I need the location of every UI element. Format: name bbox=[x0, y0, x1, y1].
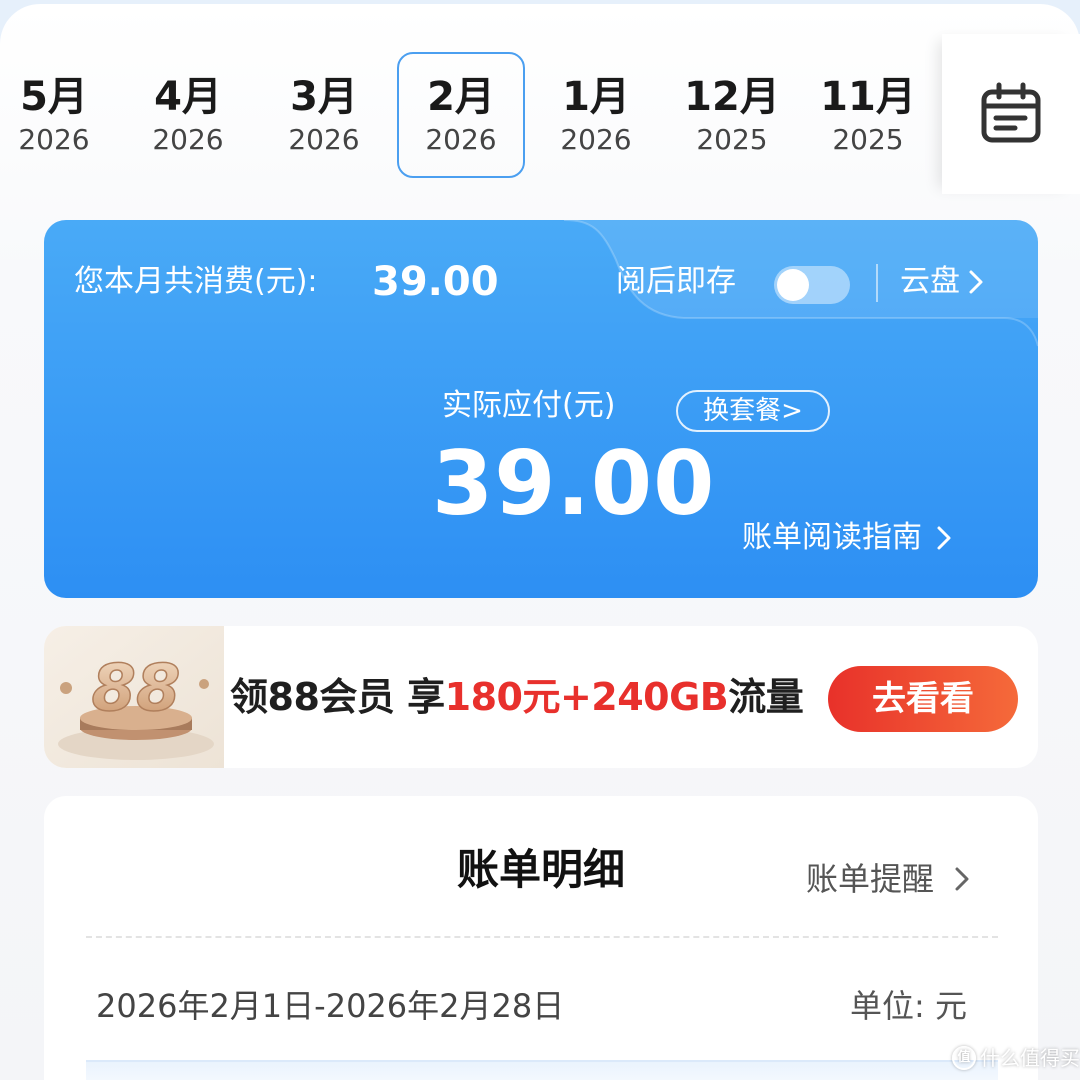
promo-text-highlight: 180元+240GB bbox=[444, 675, 729, 719]
promo-banner[interactable]: 88 领88会员 享180元+240GB流量 去看看 bbox=[44, 626, 1038, 768]
year-label: 2025 bbox=[832, 123, 904, 156]
chevron-right-icon bbox=[937, 526, 951, 550]
currency-unit: 单位: 元 bbox=[850, 987, 967, 1025]
save-after-read-label: 阅后即存 bbox=[616, 264, 736, 299]
month-tab-mar-2026[interactable]: 3月 2026 bbox=[260, 52, 388, 178]
month-label: 5月 bbox=[20, 74, 88, 120]
bill-summary-card: 您本月共消费(元): 39.00 阅后即存 云盘 实际应付(元) 换套餐> 39… bbox=[44, 220, 1038, 598]
month-tab-nov-2025[interactable]: 11月 2025 bbox=[804, 52, 932, 178]
month-label: 12月 bbox=[684, 74, 780, 120]
year-label: 2026 bbox=[18, 123, 90, 156]
year-label: 2026 bbox=[425, 123, 497, 156]
divider bbox=[876, 264, 878, 302]
monthly-total-label: 您本月共消费(元): bbox=[74, 264, 318, 299]
save-after-read-toggle[interactable] bbox=[774, 266, 850, 304]
dashed-divider bbox=[86, 936, 998, 938]
month-tab-dec-2025[interactable]: 12月 2025 bbox=[668, 52, 796, 178]
chevron-right-icon bbox=[955, 867, 969, 891]
detail-table-header bbox=[86, 1060, 998, 1080]
amount-due-value: 39.00 bbox=[432, 432, 716, 535]
watermark-logo-icon: 值 bbox=[952, 1046, 976, 1070]
cloud-drive-link[interactable]: 云盘 bbox=[900, 262, 984, 302]
year-label: 2025 bbox=[696, 123, 768, 156]
app-background: 5月 2026 4月 2026 3月 2026 2月 2026 1月 2026 … bbox=[0, 0, 1080, 1080]
watermark-text: 什么值得买 bbox=[980, 1046, 1080, 1070]
calendar-button[interactable] bbox=[942, 34, 1080, 194]
bill-reminder-label: 账单提醒 bbox=[806, 860, 935, 898]
cloud-drive-label: 云盘 bbox=[900, 264, 960, 299]
promo-text: 领88会员 享180元+240GB流量 bbox=[230, 672, 804, 722]
svg-text:88: 88 bbox=[91, 652, 180, 726]
month-label: 1月 bbox=[562, 74, 630, 120]
bill-guide-label: 账单阅读指南 bbox=[742, 520, 922, 555]
toggle-knob bbox=[777, 269, 809, 301]
month-label: 2月 bbox=[427, 74, 495, 120]
month-tab-apr-2026[interactable]: 4月 2026 bbox=[124, 52, 252, 178]
month-label: 11月 bbox=[820, 74, 916, 120]
promo-text-prefix: 领88会员 享 bbox=[230, 675, 445, 719]
bill-detail-card: 账单明细 账单提醒 2026年2月1日-2026年2月28日 单位: 元 bbox=[44, 796, 1038, 1080]
month-tab-feb-2026-selected[interactable]: 2月 2026 bbox=[397, 52, 525, 178]
month-label: 4月 bbox=[154, 74, 222, 120]
month-tab-may-2026[interactable]: 5月 2026 bbox=[0, 52, 118, 178]
promo-go-button[interactable]: 去看看 bbox=[828, 666, 1018, 732]
promo-text-suffix: 流量 bbox=[728, 675, 804, 719]
monthly-total-value: 39.00 bbox=[372, 259, 499, 305]
site-watermark: 值 什么值得买 bbox=[952, 1044, 1080, 1072]
year-label: 2026 bbox=[560, 123, 632, 156]
billing-period: 2026年2月1日-2026年2月28日 bbox=[96, 987, 565, 1025]
month-label: 3月 bbox=[290, 74, 358, 120]
bill-guide-link[interactable]: 账单阅读指南 bbox=[742, 518, 952, 558]
membership-88-badge-icon: 88 bbox=[44, 626, 224, 768]
amount-due-label: 实际应付(元) bbox=[442, 388, 616, 423]
bill-reminder-link[interactable]: 账单提醒 bbox=[806, 858, 970, 900]
year-label: 2026 bbox=[288, 123, 360, 156]
year-label: 2026 bbox=[152, 123, 224, 156]
calendar-icon bbox=[981, 82, 1041, 143]
month-tab-jan-2026[interactable]: 1月 2026 bbox=[532, 52, 660, 178]
change-plan-button[interactable]: 换套餐> bbox=[676, 390, 830, 432]
chevron-right-icon bbox=[969, 270, 983, 294]
